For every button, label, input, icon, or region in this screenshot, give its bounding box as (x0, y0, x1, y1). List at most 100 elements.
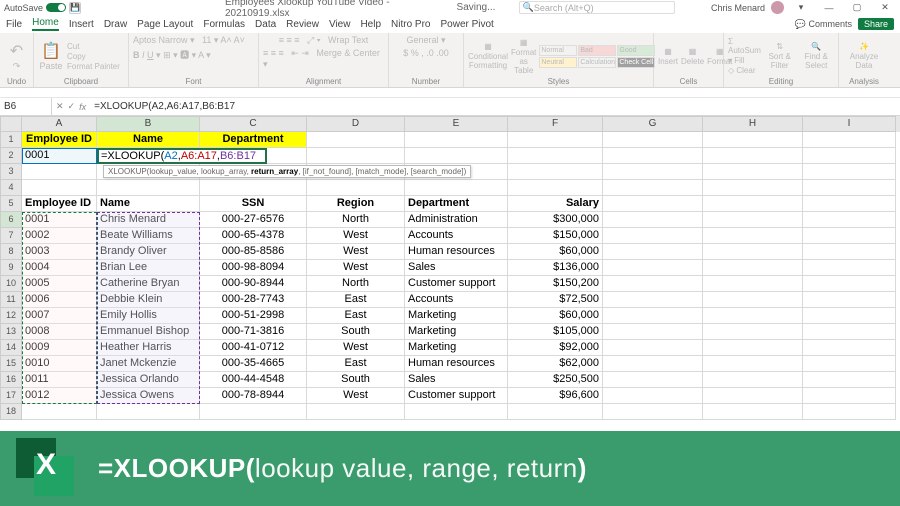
cell[interactable] (603, 308, 703, 324)
cell[interactable]: $96,600 (508, 388, 603, 404)
col-header[interactable]: E (405, 116, 508, 132)
row-header[interactable]: 4 (0, 180, 22, 196)
undo-button[interactable]: ↶↷ (4, 41, 29, 72)
cell[interactable] (603, 212, 703, 228)
tab-data[interactable]: Data (255, 19, 276, 30)
tab-draw[interactable]: Draw (104, 19, 127, 30)
cell[interactable] (703, 372, 803, 388)
cell[interactable]: $150,000 (508, 228, 603, 244)
cell[interactable] (603, 132, 703, 148)
cell[interactable]: $60,000 (508, 244, 603, 260)
cell[interactable] (803, 148, 896, 164)
cell[interactable]: Sales (405, 260, 508, 276)
cell[interactable]: East (307, 308, 405, 324)
share-button[interactable]: Share (858, 18, 894, 30)
cell[interactable] (803, 196, 896, 212)
font-group[interactable]: Aptos Narrow ▾ 11 ▾ A˄ A˅ B I U ▾ ⊞ ▾ 🅰 … (133, 35, 254, 77)
cell[interactable] (22, 180, 97, 196)
cell[interactable]: Employee ID (22, 196, 97, 212)
cell[interactable]: North (307, 212, 405, 228)
styles-group[interactable]: ▦Conditional Formatting ▦Format as Table… (468, 35, 649, 77)
cell[interactable]: Region (307, 196, 405, 212)
cell[interactable]: $60,000 (508, 308, 603, 324)
cell[interactable] (803, 356, 896, 372)
cell[interactable]: 000-35-4665 (200, 356, 307, 372)
cell[interactable]: $72,500 (508, 292, 603, 308)
cell[interactable]: West (307, 260, 405, 276)
cell[interactable] (603, 292, 703, 308)
cell[interactable] (703, 388, 803, 404)
col-header[interactable]: A (22, 116, 97, 132)
cell[interactable]: East (307, 356, 405, 372)
cell[interactable] (703, 196, 803, 212)
cell[interactable]: $62,000 (508, 356, 603, 372)
cell[interactable]: 000-44-4548 (200, 372, 307, 388)
col-header[interactable]: D (307, 116, 405, 132)
cell[interactable] (22, 164, 97, 180)
cell[interactable] (603, 340, 703, 356)
cell[interactable] (803, 324, 896, 340)
paste-button[interactable]: 📋Paste (38, 41, 64, 71)
select-all-corner[interactable] (0, 116, 22, 132)
close-button[interactable]: ✕ (874, 1, 896, 14)
cell[interactable] (803, 404, 896, 420)
formula-bar[interactable]: =XLOOKUP(A2,A6:A17,B6:B17 (90, 101, 900, 112)
ribbon-options-icon[interactable]: ▾ (790, 1, 812, 14)
row-header[interactable]: 14 (0, 340, 22, 356)
cell[interactable]: West (307, 228, 405, 244)
tab-formulas[interactable]: Formulas (203, 19, 245, 30)
cell[interactable] (703, 228, 803, 244)
cell[interactable]: South (307, 324, 405, 340)
cell[interactable]: SSN (200, 196, 307, 212)
active-cell-editor[interactable]: =XLOOKUP(A2,A6:A17,B6:B17 (97, 148, 267, 164)
cell[interactable] (22, 404, 97, 420)
cell[interactable] (603, 260, 703, 276)
cell[interactable] (307, 404, 405, 420)
cell[interactable]: Human resources (405, 244, 508, 260)
cell[interactable] (603, 356, 703, 372)
cell[interactable] (97, 180, 200, 196)
fx-icon[interactable]: fx (79, 102, 86, 112)
tab-view[interactable]: View (329, 19, 351, 30)
cell[interactable] (703, 260, 803, 276)
cell[interactable] (307, 148, 405, 164)
row-header[interactable]: 17 (0, 388, 22, 404)
tab-powerpivot[interactable]: Power Pivot (440, 19, 493, 30)
cell[interactable] (703, 212, 803, 228)
cell[interactable] (508, 164, 603, 180)
cell[interactable] (803, 260, 896, 276)
spreadsheet-grid[interactable]: A B C D E F G H I 1Employee IDNameDepart… (0, 116, 900, 420)
cell[interactable] (703, 164, 803, 180)
cell[interactable]: Customer support (405, 388, 508, 404)
tab-nitro[interactable]: Nitro Pro (391, 19, 430, 30)
cell[interactable] (803, 164, 896, 180)
analyze-button[interactable]: ✨Analyze Data (843, 42, 885, 70)
cell[interactable]: West (307, 340, 405, 356)
name-box[interactable]: B6 (0, 98, 52, 115)
cell[interactable]: $300,000 (508, 212, 603, 228)
row-header[interactable]: 6 (0, 212, 22, 228)
cell[interactable] (703, 292, 803, 308)
cell[interactable]: Salary (508, 196, 603, 212)
cell[interactable]: Marketing (405, 324, 508, 340)
enter-formula-icon[interactable]: ✓ (68, 101, 76, 112)
row-header[interactable]: 15 (0, 356, 22, 372)
cell[interactable] (803, 180, 896, 196)
user-name[interactable]: Chris Menard (711, 3, 765, 13)
maximize-button[interactable]: ▢ (846, 1, 868, 14)
cell[interactable] (200, 180, 307, 196)
cell[interactable] (603, 324, 703, 340)
cell[interactable]: 000-28-7743 (200, 292, 307, 308)
cell[interactable] (603, 228, 703, 244)
tab-file[interactable]: File (6, 19, 22, 30)
cell[interactable] (405, 148, 508, 164)
row-header[interactable]: 7 (0, 228, 22, 244)
row-header[interactable]: 12 (0, 308, 22, 324)
cell[interactable]: Employee ID (22, 132, 97, 148)
row-header[interactable]: 16 (0, 372, 22, 388)
cell[interactable] (703, 324, 803, 340)
cell[interactable] (603, 148, 703, 164)
cell[interactable] (803, 292, 896, 308)
cell[interactable] (97, 404, 200, 420)
cell[interactable]: $150,200 (508, 276, 603, 292)
